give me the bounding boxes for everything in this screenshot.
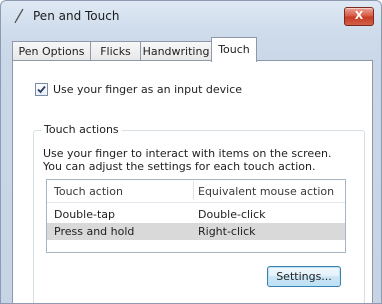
column-header-touch-action[interactable]: Touch action — [54, 185, 123, 198]
mouse-action-cell: Right-click — [198, 225, 256, 238]
tab-label: Handwriting — [142, 45, 210, 58]
pen-and-touch-window: Pen and Touch X Pen Options Flicks Handw… — [0, 0, 382, 304]
settings-button[interactable]: Settings... — [267, 266, 341, 287]
tab-flicks[interactable]: Flicks — [90, 41, 141, 60]
list-header: Touch action Equivalent mouse action — [47, 180, 345, 203]
tab-touch[interactable]: Touch — [211, 37, 257, 62]
touch-tab-panel: Use your finger as an input device Touch… — [12, 60, 373, 303]
pen-icon — [13, 7, 25, 24]
touch-actions-description: Use your finger to interact with items o… — [43, 147, 332, 173]
title-bar[interactable]: Pen and Touch X — [1, 1, 381, 31]
tab-label: Flicks — [100, 45, 131, 58]
window-title: Pen and Touch — [33, 9, 120, 23]
tab-label: Pen Options — [18, 45, 85, 58]
close-icon: X — [354, 9, 364, 22]
tab-pen-options[interactable]: Pen Options — [12, 41, 91, 60]
touch-action-cell: Double-tap — [54, 208, 115, 221]
touch-actions-group-label: Touch actions — [41, 123, 122, 136]
touch-action-cell: Press and hold — [54, 225, 135, 238]
list-item-selected[interactable]: Press and hold Right-click — [47, 223, 345, 240]
use-finger-checkbox-row[interactable]: Use your finger as an input device — [35, 83, 242, 96]
tab-label: Touch — [218, 43, 250, 56]
list-item[interactable]: Double-tap Double-click — [47, 206, 345, 223]
checkmark-icon — [37, 85, 46, 94]
mouse-action-cell: Double-click — [198, 208, 266, 221]
close-button[interactable]: X — [344, 7, 374, 26]
column-divider[interactable] — [193, 181, 194, 200]
touch-actions-list[interactable]: Touch action Equivalent mouse action Dou… — [46, 179, 346, 253]
column-header-mouse-action[interactable]: Equivalent mouse action — [198, 185, 334, 198]
use-finger-checkbox[interactable] — [35, 83, 48, 96]
use-finger-label[interactable]: Use your finger as an input device — [53, 83, 242, 96]
tab-handwriting[interactable]: Handwriting — [140, 41, 212, 60]
